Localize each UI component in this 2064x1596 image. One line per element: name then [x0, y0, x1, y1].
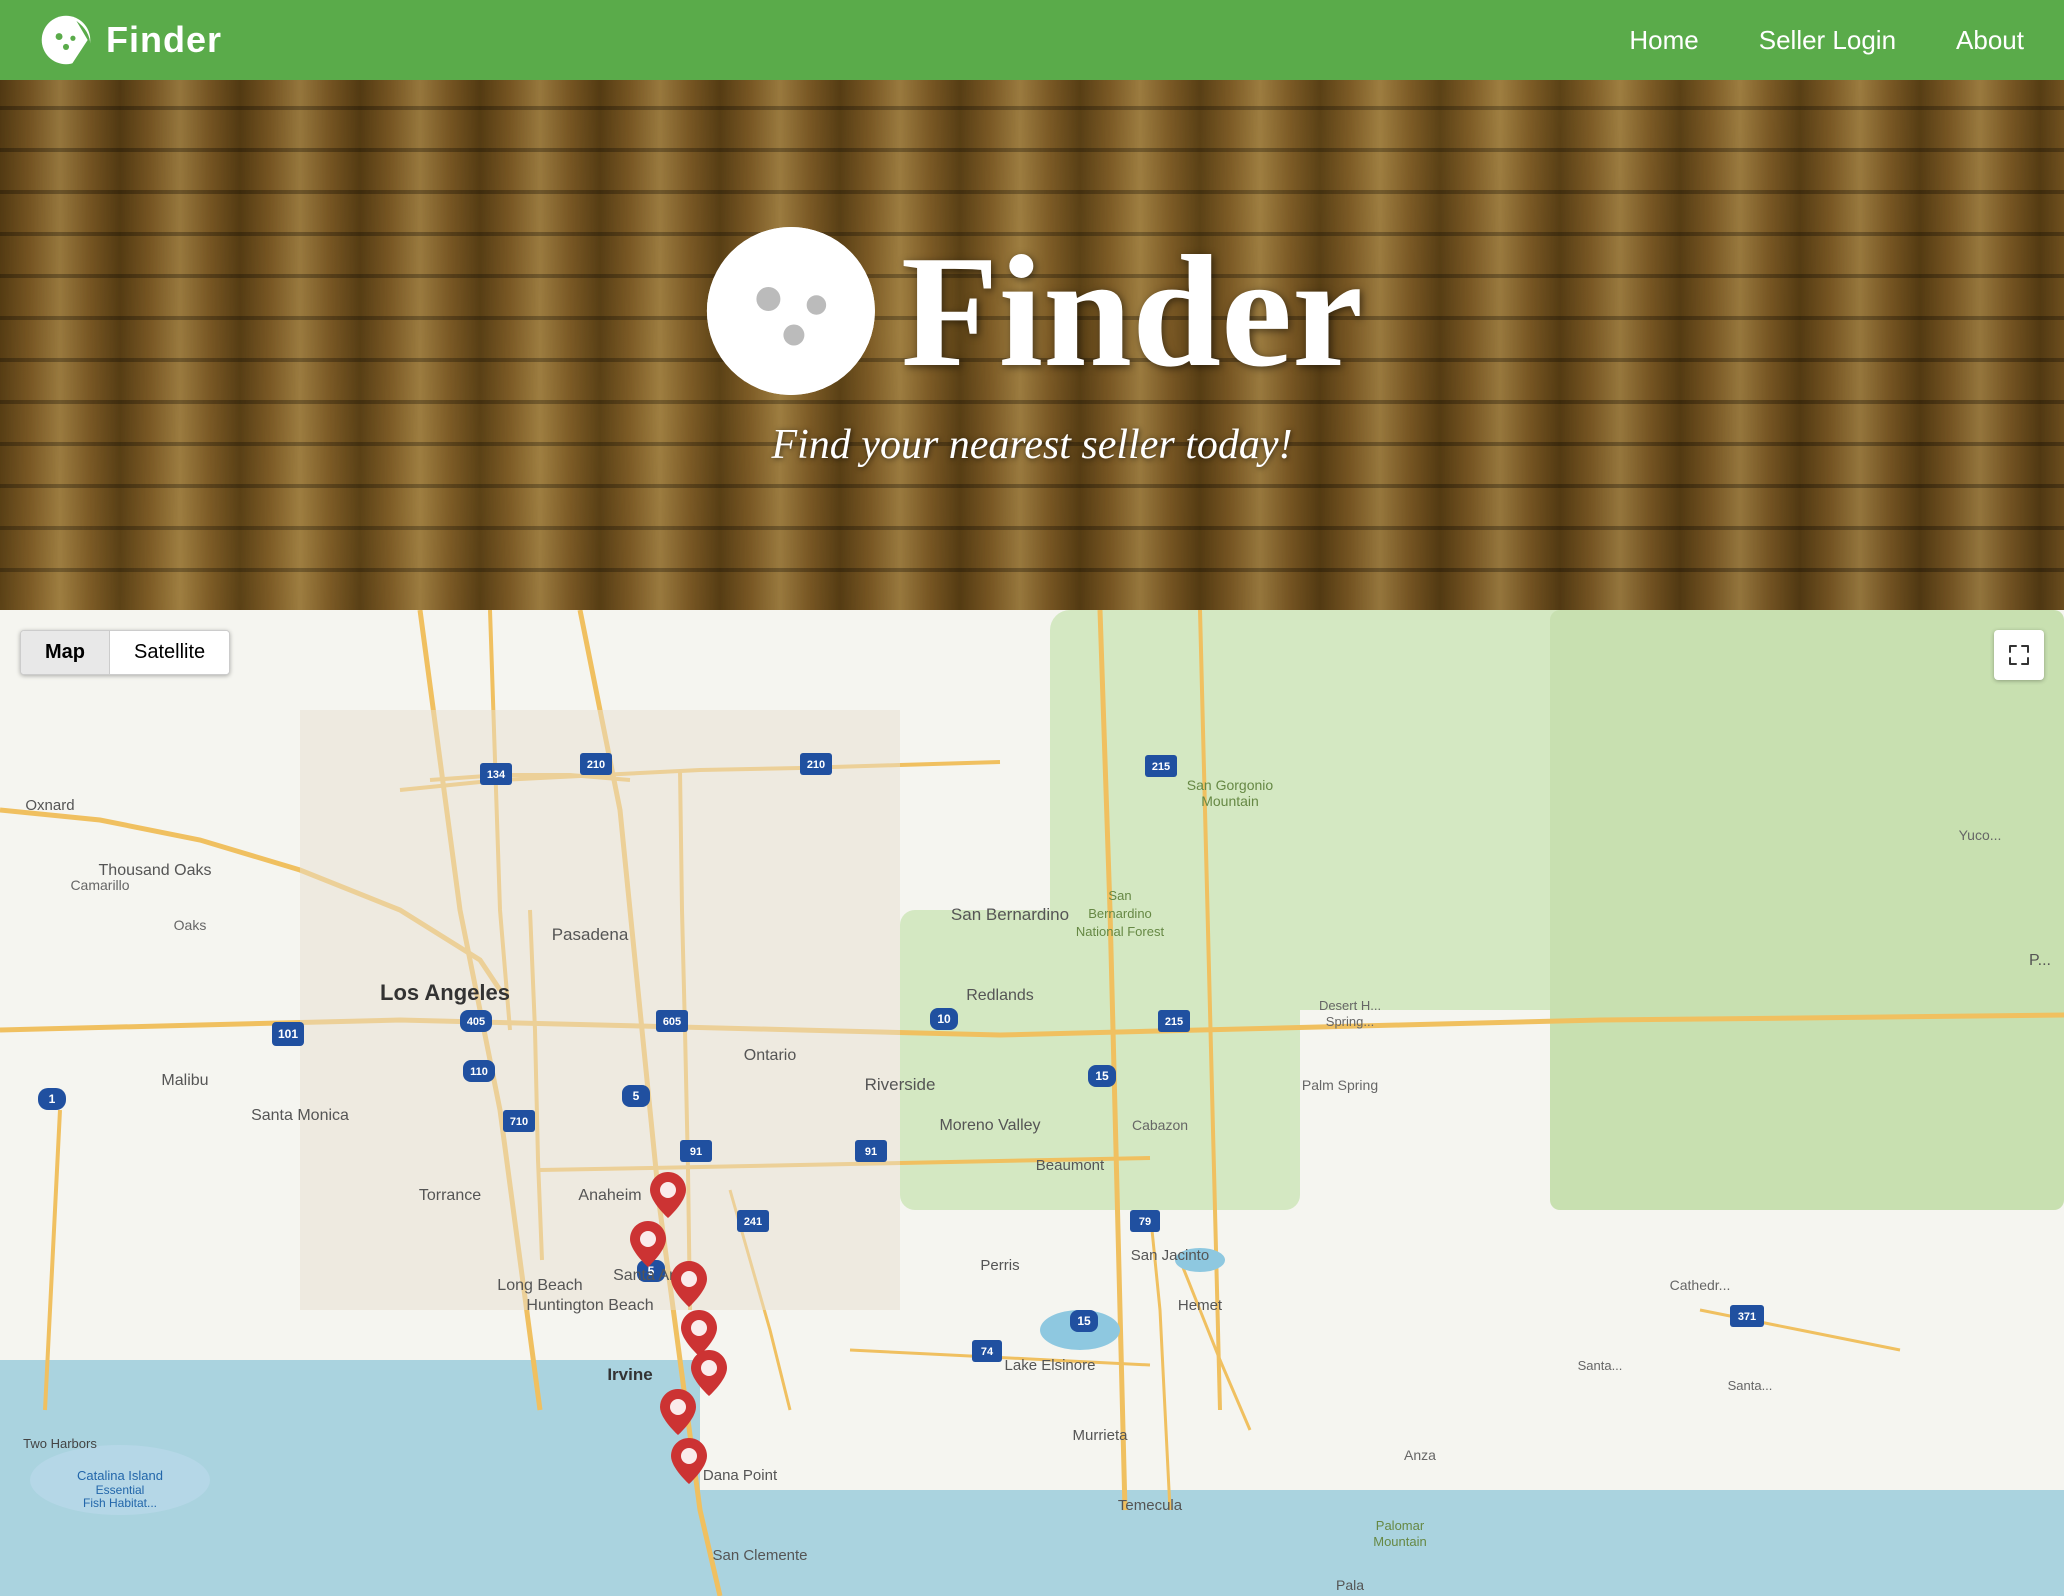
svg-text:Torrance: Torrance — [419, 1187, 481, 1204]
svg-text:Lake Elsinore: Lake Elsinore — [1005, 1357, 1096, 1374]
svg-text:Camarillo: Camarillo — [70, 877, 129, 893]
svg-text:Cabazon: Cabazon — [1132, 1117, 1188, 1133]
svg-text:Hemet: Hemet — [1178, 1297, 1223, 1314]
navbar: Finder Home Seller Login About — [0, 0, 2064, 80]
map-marker-6[interactable] — [660, 1389, 696, 1435]
svg-text:Mountain: Mountain — [1373, 1534, 1426, 1549]
svg-text:Yuco...: Yuco... — [1959, 827, 2002, 843]
svg-text:Spring...: Spring... — [1326, 1014, 1374, 1029]
svg-text:Los Angeles: Los Angeles — [380, 980, 510, 1005]
svg-text:91: 91 — [690, 1146, 702, 1158]
svg-text:Desert H...: Desert H... — [1319, 998, 1381, 1013]
svg-text:Anza: Anza — [1404, 1447, 1436, 1463]
svg-text:Murrieta: Murrieta — [1072, 1427, 1128, 1444]
svg-text:710: 710 — [510, 1116, 528, 1128]
map-marker-3[interactable] — [671, 1261, 707, 1307]
map-section: 101 134 210 215 405 110 605 710 — [0, 610, 2064, 1596]
svg-text:74: 74 — [981, 1346, 994, 1358]
svg-text:405: 405 — [467, 1016, 485, 1028]
svg-text:Santa...: Santa... — [1728, 1378, 1773, 1393]
svg-text:Santa Monica: Santa Monica — [251, 1107, 349, 1124]
svg-text:Bernardino: Bernardino — [1088, 906, 1152, 921]
svg-text:P...: P... — [2029, 952, 2051, 969]
svg-text:Huntington Beach: Huntington Beach — [526, 1297, 653, 1314]
svg-text:215: 215 — [1152, 761, 1170, 773]
hero-section: Finder Find your nearest seller today! — [0, 80, 2064, 610]
svg-text:Oxnard: Oxnard — [25, 797, 74, 814]
nav-home[interactable]: Home — [1629, 25, 1698, 56]
fullscreen-icon — [2008, 644, 2030, 666]
svg-text:241: 241 — [744, 1216, 762, 1228]
svg-text:San Clemente: San Clemente — [712, 1547, 807, 1564]
svg-text:Temecula: Temecula — [1118, 1497, 1183, 1514]
svg-text:Cathedr...: Cathedr... — [1670, 1277, 1731, 1293]
brand-cookie-icon — [40, 14, 92, 66]
svg-text:Perris: Perris — [980, 1257, 1019, 1274]
svg-text:91: 91 — [865, 1146, 877, 1158]
svg-text:210: 210 — [807, 759, 825, 771]
map-fullscreen-button[interactable] — [1994, 630, 2044, 680]
svg-text:134: 134 — [487, 769, 506, 781]
svg-text:15: 15 — [1095, 1069, 1109, 1083]
svg-text:15: 15 — [1077, 1314, 1091, 1328]
svg-text:Ontario: Ontario — [744, 1047, 797, 1064]
svg-text:Pasadena: Pasadena — [552, 925, 629, 944]
map-marker-7[interactable] — [671, 1438, 707, 1484]
svg-text:San Gorgonio: San Gorgonio — [1187, 777, 1274, 793]
map-svg: 101 134 210 215 405 110 605 710 — [0, 610, 2064, 1596]
svg-text:1: 1 — [49, 1092, 56, 1106]
map-container[interactable]: 101 134 210 215 405 110 605 710 — [0, 610, 2064, 1596]
svg-text:Dana Point: Dana Point — [703, 1467, 778, 1484]
svg-text:605: 605 — [663, 1016, 681, 1028]
svg-text:Malibu: Malibu — [161, 1072, 208, 1089]
svg-text:Palomar: Palomar — [1376, 1518, 1425, 1533]
svg-text:Anaheim: Anaheim — [578, 1187, 641, 1204]
svg-text:Beaumont: Beaumont — [1036, 1157, 1105, 1174]
svg-text:Irvine: Irvine — [607, 1365, 652, 1384]
svg-text:Essential: Essential — [96, 1483, 145, 1497]
svg-text:Palm Spring: Palm Spring — [1302, 1077, 1378, 1093]
svg-text:5: 5 — [633, 1089, 640, 1103]
svg-text:Long Beach: Long Beach — [497, 1277, 582, 1294]
svg-text:Pala: Pala — [1336, 1577, 1364, 1593]
svg-text:Oaks: Oaks — [174, 917, 207, 933]
nav-seller-login[interactable]: Seller Login — [1759, 25, 1896, 56]
svg-text:Fish Habitat...: Fish Habitat... — [83, 1496, 157, 1510]
map-marker-1[interactable] — [630, 1221, 666, 1267]
svg-text:101: 101 — [278, 1027, 298, 1041]
svg-text:Redlands: Redlands — [966, 987, 1034, 1004]
map-marker-5[interactable] — [691, 1350, 727, 1396]
svg-text:San Jacinto: San Jacinto — [1131, 1247, 1209, 1264]
svg-text:Moreno Valley: Moreno Valley — [939, 1117, 1040, 1134]
svg-text:National Forest: National Forest — [1076, 924, 1165, 939]
svg-text:Santa...: Santa... — [1578, 1358, 1623, 1373]
svg-text:79: 79 — [1139, 1216, 1151, 1228]
hero-subtitle: Find your nearest seller today! — [771, 421, 1292, 469]
nav-about[interactable]: About — [1956, 25, 2024, 56]
svg-text:10: 10 — [937, 1012, 951, 1026]
brand-title[interactable]: Finder — [106, 19, 222, 61]
svg-text:Mountain: Mountain — [1201, 793, 1259, 809]
svg-text:Two Harbors: Two Harbors — [23, 1436, 97, 1451]
navbar-brand[interactable]: Finder — [40, 14, 222, 66]
svg-text:210: 210 — [587, 759, 605, 771]
map-tab[interactable]: Map — [21, 631, 110, 674]
svg-text:San Bernardino: San Bernardino — [951, 905, 1069, 924]
svg-text:215: 215 — [1165, 1016, 1183, 1028]
svg-text:San: San — [1108, 888, 1131, 903]
svg-text:371: 371 — [1738, 1311, 1756, 1323]
map-type-control: Map Satellite — [20, 630, 230, 675]
svg-text:110: 110 — [470, 1066, 488, 1078]
hero-cookie-icon — [701, 221, 881, 401]
hero-title: Finder — [901, 231, 1363, 391]
nav-links: Home Seller Login About — [1629, 25, 2024, 56]
hero-logo-row: Finder — [701, 221, 1363, 401]
svg-text:Catalina Island: Catalina Island — [77, 1468, 163, 1483]
svg-text:Riverside: Riverside — [865, 1075, 936, 1094]
map-marker-2[interactable] — [650, 1172, 686, 1218]
satellite-tab[interactable]: Satellite — [110, 631, 229, 674]
hero-content: Finder Find your nearest seller today! — [701, 221, 1363, 469]
